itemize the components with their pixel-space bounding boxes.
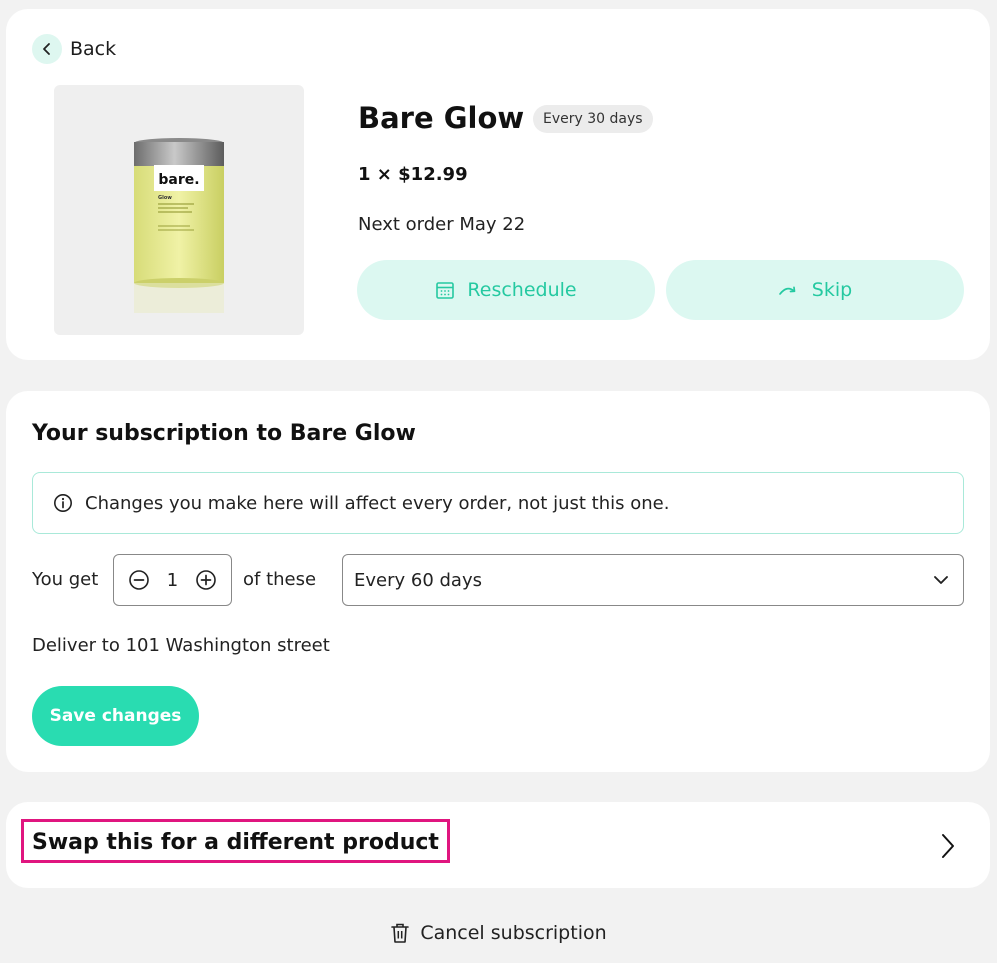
product-variant-text: Glow (158, 195, 172, 201)
chevron-down-icon (933, 575, 949, 585)
quantity-value[interactable]: 1 (167, 570, 178, 591)
cancel-subscription-button[interactable]: Cancel subscription (0, 922, 997, 944)
trash-icon (390, 922, 410, 944)
plus-circle-icon[interactable] (195, 569, 217, 591)
of-these-label: of these (243, 569, 317, 590)
chevron-right-icon[interactable] (939, 833, 957, 863)
chevron-left-icon (32, 34, 62, 64)
frequency-select[interactable]: Every 60 days (342, 554, 964, 606)
you-get-label: You get (32, 569, 99, 590)
reschedule-label: Reschedule (467, 279, 577, 301)
product-image: bare. Glow (54, 85, 304, 335)
product-title: Bare Glow (358, 101, 525, 135)
product-brand-text: bare. (158, 172, 199, 188)
notice-text: Changes you make here will affect every … (85, 492, 670, 514)
back-label: Back (70, 38, 117, 60)
delivery-address: Deliver to 101 Washington street (32, 635, 330, 656)
info-icon (53, 493, 73, 513)
calendar-icon (435, 280, 455, 300)
quantity-stepper: 1 (113, 554, 232, 606)
skip-arrow-icon (778, 283, 800, 297)
frequency-select-value: Every 60 days (354, 569, 482, 591)
subscription-heading: Your subscription to Bare Glow (32, 421, 416, 446)
minus-circle-icon[interactable] (128, 569, 150, 591)
reschedule-button[interactable]: Reschedule (357, 260, 655, 320)
save-changes-button[interactable]: Save changes (32, 686, 199, 746)
subscription-card: Your subscription to Bare Glow Changes y… (6, 391, 990, 772)
swap-highlight-box: Swap this for a different product (21, 819, 450, 863)
cancel-subscription-label: Cancel subscription (420, 922, 607, 944)
notice-banner: Changes you make here will affect every … (32, 472, 964, 534)
next-order-date: Next order May 22 (358, 214, 526, 235)
product-card: Back bare. Glow Bare Glow Every 30 days … (6, 9, 990, 360)
frequency-badge: Every 30 days (533, 105, 653, 133)
swap-product-title[interactable]: Swap this for a different product (32, 830, 439, 855)
skip-button[interactable]: Skip (666, 260, 964, 320)
skip-label: Skip (811, 279, 853, 301)
quantity-price: 1 × $12.99 (358, 164, 468, 185)
back-button[interactable]: Back (32, 34, 116, 64)
swap-product-card[interactable]: Swap this for a different product (6, 802, 990, 888)
